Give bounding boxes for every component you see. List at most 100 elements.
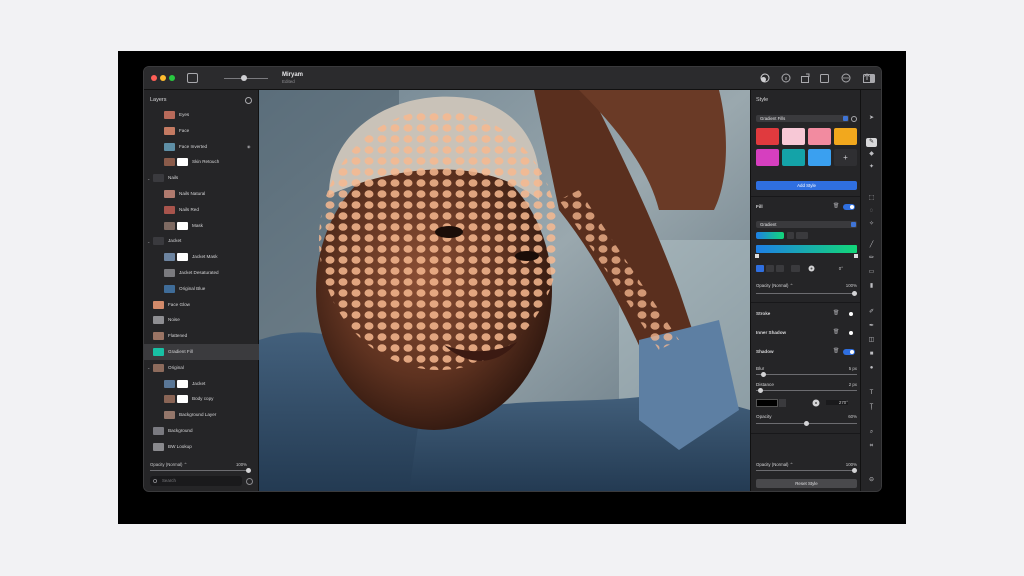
zoom-window-button[interactable] xyxy=(169,75,175,81)
ellipse-tool-icon[interactable]: ● xyxy=(866,364,877,373)
layer-row[interactable]: Gradient Fill xyxy=(144,344,259,360)
fill-opacity-knob[interactable] xyxy=(852,291,857,296)
retouch-tool-icon[interactable]: ✐ xyxy=(866,308,877,317)
filter-icon[interactable] xyxy=(246,478,253,485)
vertical-text-tool-icon[interactable]: Ţ xyxy=(866,403,877,412)
style-tool-icon[interactable]: ✎ xyxy=(866,138,877,147)
style-swatch[interactable] xyxy=(834,128,857,145)
panels-icon[interactable] xyxy=(863,74,875,83)
stroke-toggle[interactable] xyxy=(843,311,855,317)
pen-tool-icon[interactable]: ✒ xyxy=(866,322,877,331)
layer-row[interactable]: Background Layer xyxy=(144,407,259,423)
info-icon[interactable] xyxy=(781,73,792,84)
fill-toggle[interactable] xyxy=(843,204,855,210)
crop-tool-icon[interactable]: ⌗ xyxy=(866,442,877,451)
preset-options-icon[interactable] xyxy=(851,116,857,122)
gradient-stop-end[interactable] xyxy=(854,254,858,258)
layers-add-icon[interactable] xyxy=(245,97,252,104)
shadow-opacity-knob[interactable] xyxy=(804,421,809,426)
group-disclosure-icon[interactable]: ⌄ xyxy=(147,365,150,370)
zoom-tool-icon[interactable]: ⌕ xyxy=(866,428,877,437)
layers-search-input[interactable]: Search xyxy=(150,476,242,486)
image-canvas[interactable] xyxy=(259,90,750,491)
arrow-tool-icon[interactable]: ➤ xyxy=(866,114,877,123)
fill-opacity-slider[interactable] xyxy=(756,293,857,294)
blur-knob[interactable] xyxy=(761,372,766,377)
layer-row[interactable]: Mask xyxy=(144,218,259,234)
distance-value[interactable]: 2 px xyxy=(831,382,857,387)
style-swatch[interactable] xyxy=(782,149,805,166)
layer-row[interactable]: Nails Natural xyxy=(144,186,259,202)
style-swatch[interactable] xyxy=(756,149,779,166)
shadow-opacity-value[interactable]: 60% xyxy=(831,414,857,419)
shadow-toggle[interactable] xyxy=(843,349,855,355)
layer-row[interactable]: Face xyxy=(144,123,259,139)
group-disclosure-icon[interactable]: ⌄ xyxy=(147,176,150,181)
layer-row[interactable]: ⌄ Original xyxy=(144,360,259,376)
layer-row[interactable]: Original Blue xyxy=(144,281,259,297)
lasso-tool-icon[interactable]: ◌ xyxy=(866,207,877,216)
shadow-angle-dial-icon[interactable] xyxy=(812,399,820,407)
magic-wand-icon[interactable]: ✦ xyxy=(866,163,877,172)
layer-opacity-slider[interactable] xyxy=(756,470,857,471)
group-disclosure-icon[interactable]: ⌄ xyxy=(147,239,150,244)
gradient-type-diamond[interactable] xyxy=(791,265,800,272)
shadow-color-well[interactable] xyxy=(756,399,778,407)
mask-mode-icon[interactable] xyxy=(760,73,771,84)
layer-opacity-knob[interactable] xyxy=(852,468,857,473)
layer-row[interactable]: Jacket Mask xyxy=(144,249,259,265)
layer-row[interactable]: BW Lookup xyxy=(144,439,259,455)
style-swatch[interactable] xyxy=(808,128,831,145)
text-tool-icon[interactable]: T xyxy=(866,389,877,398)
brush-tool-icon[interactable]: ╱ xyxy=(866,241,877,250)
zoom-slider-knob[interactable] xyxy=(241,75,247,81)
gradient-swap-button[interactable] xyxy=(796,232,808,239)
visibility-icon[interactable]: ◉ xyxy=(247,144,251,149)
add-swatch-icon[interactable]: + xyxy=(834,149,857,166)
layer-row[interactable]: Face Glow xyxy=(144,297,259,313)
shadow-angle-value[interactable]: 270° xyxy=(826,400,848,405)
style-swatch[interactable] xyxy=(756,128,779,145)
layer-row[interactable]: Jacket Desaturated xyxy=(144,265,259,281)
gradient-preset-chip[interactable] xyxy=(756,232,784,239)
layer-row[interactable]: ⌄ Nails xyxy=(144,170,259,186)
export-icon[interactable] xyxy=(819,73,830,84)
fill-trash-icon[interactable]: 🗑 xyxy=(833,203,839,209)
blur-slider[interactable] xyxy=(756,374,857,375)
angle-dial-icon[interactable] xyxy=(808,265,815,272)
layer-row[interactable]: Jacket xyxy=(144,376,259,392)
inner-shadow-trash-icon[interactable]: 🗑 xyxy=(833,329,839,335)
gradient-editor-bar[interactable] xyxy=(756,245,857,253)
style-swatch[interactable] xyxy=(782,128,805,145)
selection-tool-icon[interactable]: ⬚ xyxy=(866,194,877,203)
gradient-type-radial[interactable] xyxy=(766,265,774,272)
blur-value[interactable]: 5 px xyxy=(831,366,857,371)
clone-tool-icon[interactable]: ◫ xyxy=(866,336,877,345)
layer-row[interactable]: ⌄ Jacket xyxy=(144,233,259,249)
eraser-tool-icon[interactable]: ▭ xyxy=(866,268,877,277)
layer-row[interactable]: Skin Retouch xyxy=(144,154,259,170)
gradient-type-angle[interactable] xyxy=(776,265,784,272)
layer-row[interactable]: Flattened xyxy=(144,328,259,344)
gradient-type-linear[interactable] xyxy=(756,265,764,272)
layer-row[interactable]: Eyes xyxy=(144,107,259,123)
add-style-button[interactable]: Add Style xyxy=(756,181,857,190)
more-tools-icon[interactable]: ⊖ xyxy=(866,476,877,485)
distance-slider[interactable] xyxy=(756,390,857,391)
shadow-trash-icon[interactable]: 🗑 xyxy=(833,348,839,354)
layers-opacity-slider[interactable] xyxy=(150,470,248,471)
share-out-icon[interactable] xyxy=(800,73,811,84)
layer-row[interactable]: Face Inverted ◉ xyxy=(144,139,259,155)
layers-opacity-knob[interactable] xyxy=(246,468,251,473)
layer-row[interactable]: Nails Red xyxy=(144,202,259,218)
gradient-chip-dropdown[interactable] xyxy=(787,232,794,239)
sidebar-toggle-icon[interactable] xyxy=(187,73,198,83)
quick-select-icon[interactable]: ✧ xyxy=(866,220,877,229)
style-preset-select[interactable]: Gradient Fills xyxy=(756,115,849,122)
reset-style-button[interactable]: Reset Style xyxy=(756,479,857,488)
style-swatch[interactable] xyxy=(808,149,831,166)
more-options-icon[interactable] xyxy=(841,73,852,84)
rectangle-tool-icon[interactable]: ■ xyxy=(866,350,877,359)
gradient-stop-start[interactable] xyxy=(755,254,759,258)
inner-shadow-toggle[interactable] xyxy=(843,330,855,336)
